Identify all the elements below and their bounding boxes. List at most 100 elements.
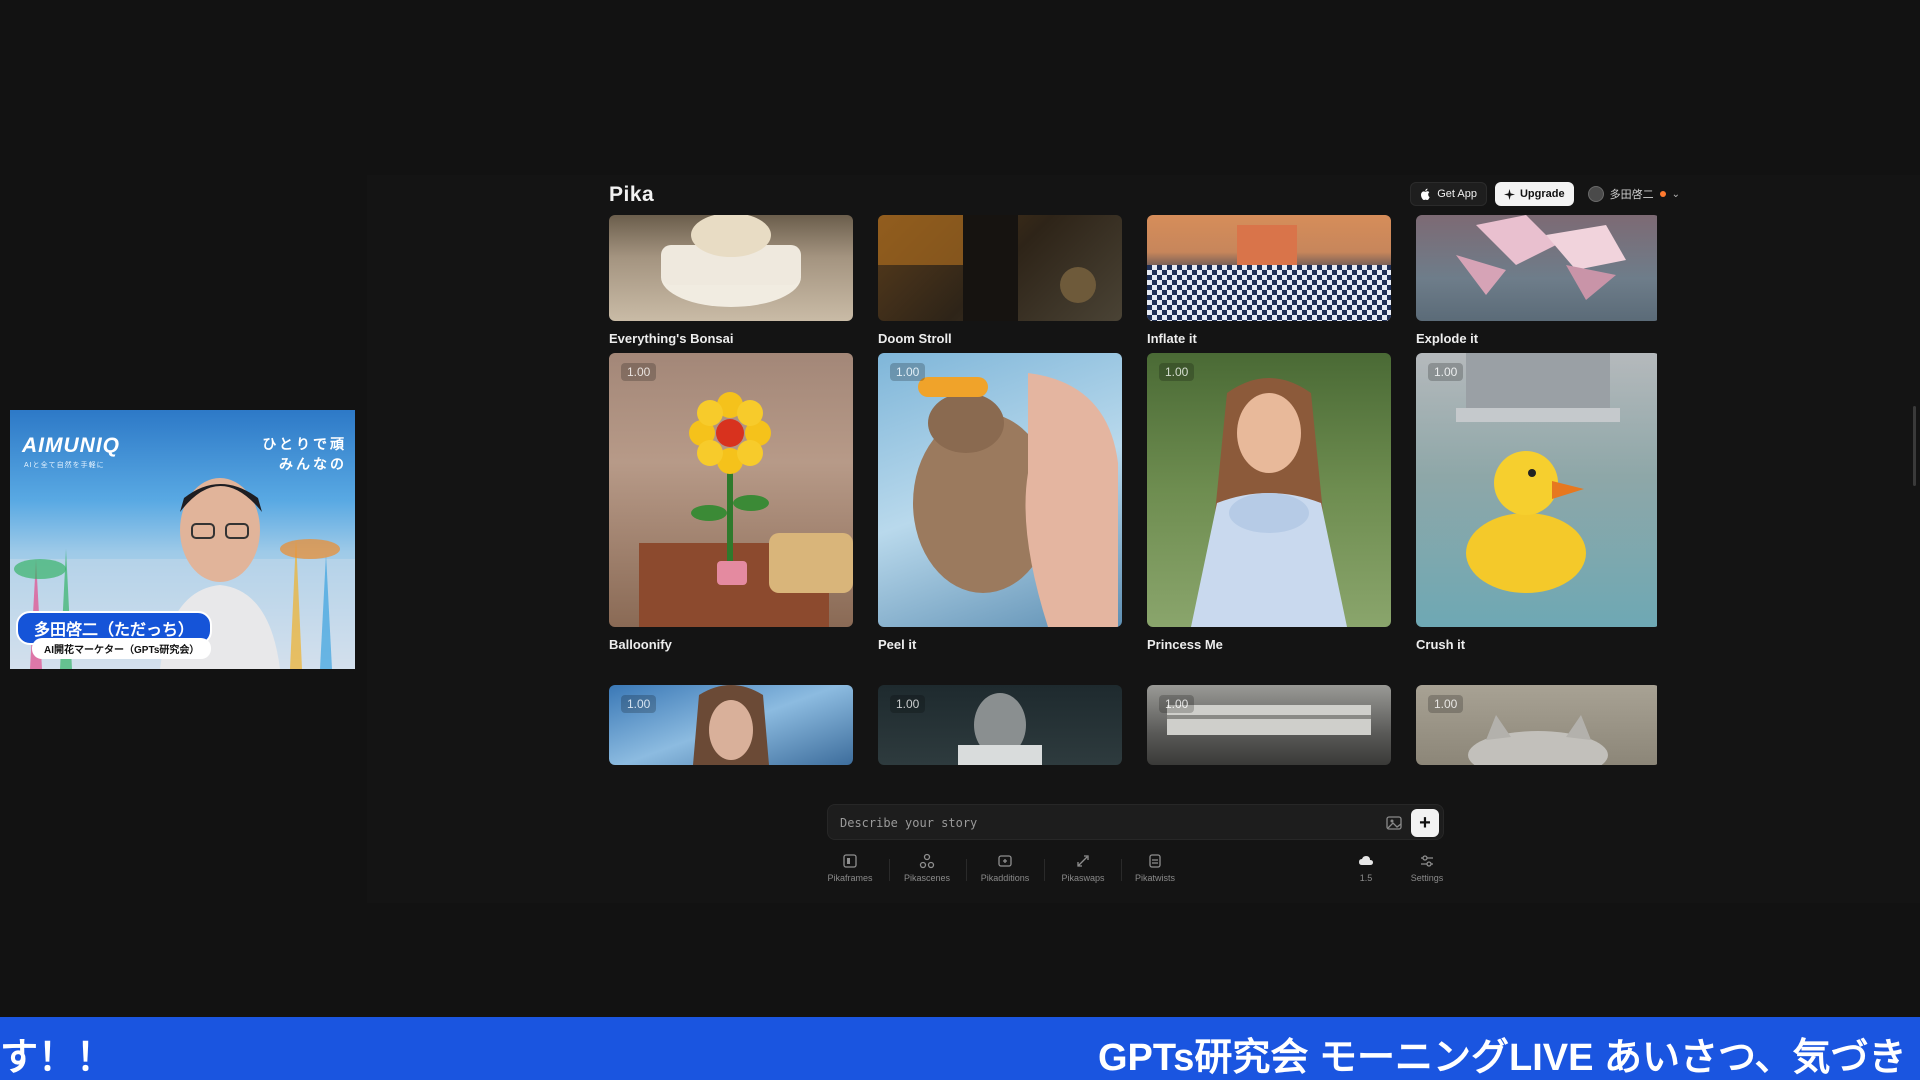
- effect-thumbnail: 1.00: [878, 353, 1122, 627]
- effect-card[interactable]: Everything's Bonsai: [609, 215, 853, 346]
- tool-label: Pikatwists: [1134, 873, 1175, 883]
- effect-title: Balloonify: [609, 637, 672, 652]
- inflate-image: [1147, 225, 1391, 321]
- effect-thumbnail: 1.00: [878, 685, 1122, 765]
- balloon-flower-image: [639, 392, 853, 627]
- princess-image: [1191, 378, 1347, 627]
- get-app-button[interactable]: Get App: [1410, 182, 1487, 206]
- app-header: Pika Get App Upgrade 多田啓二 ⌄: [367, 175, 1920, 215]
- effect-card[interactable]: 1.00: [1416, 685, 1657, 765]
- tool-label: Pikadditions: [980, 873, 1030, 883]
- banner-text: ひとりで頑 みんなの: [262, 434, 347, 474]
- story-prompt-bar: +: [827, 804, 1444, 840]
- effect-card[interactable]: Inflate it: [1147, 215, 1391, 346]
- effect-thumbnail: 1.00: [1416, 353, 1657, 627]
- effect-thumbnail: [1147, 215, 1391, 321]
- tool-label: Pikaframes: [827, 873, 873, 883]
- upgrade-button[interactable]: Upgrade: [1494, 182, 1574, 206]
- pika-app-window: Pika Get App Upgrade 多田啓二 ⌄ Everything's…: [367, 175, 1920, 903]
- divider: [1121, 859, 1122, 881]
- apple-icon: [1421, 188, 1430, 200]
- avatar: [1587, 186, 1604, 202]
- banner-line-1: ひとりで頑: [262, 436, 347, 452]
- effects-gallery: Everything's Bonsai Doom Stroll Inflate …: [609, 215, 1657, 790]
- model-version-selector[interactable]: 1.5: [1334, 853, 1398, 883]
- effect-card[interactable]: 1.00 Peel it: [878, 353, 1122, 652]
- effect-card[interactable]: 1.00: [1147, 685, 1391, 765]
- user-name: 多田啓二: [1609, 189, 1654, 201]
- effect-title: Peel it: [878, 637, 917, 652]
- tool-pikascenes[interactable]: Pikascenes: [895, 853, 959, 883]
- bonsai-pot-image: [661, 215, 801, 307]
- effect-title: Doom Stroll: [878, 331, 952, 346]
- effect-thumbnail: 1.00: [609, 353, 853, 627]
- cloud-icon: [1359, 856, 1373, 865]
- effect-card[interactable]: 1.00: [609, 685, 853, 765]
- effect-title: Princess Me: [1147, 637, 1223, 652]
- tool-label: Pikaswaps: [1061, 873, 1105, 883]
- effect-card[interactable]: 1.00 Princess Me: [1147, 353, 1391, 652]
- banner-line-2: みんなの: [279, 456, 347, 472]
- scrollbar-thumb[interactable]: [1913, 406, 1916, 486]
- image-upload-icon[interactable]: [1385, 814, 1403, 832]
- divider: [889, 859, 890, 881]
- pika-logo[interactable]: Pika: [609, 183, 654, 207]
- tool-label: Pikascenes: [903, 873, 951, 883]
- effect-thumbnail: [1416, 215, 1657, 321]
- get-app-label: Get App: [1437, 188, 1477, 200]
- effect-thumbnail: 1.00: [609, 685, 853, 765]
- scenes-icon: [919, 853, 935, 869]
- effect-thumbnail: [609, 215, 853, 321]
- effect-thumbnail: 1.00: [1147, 685, 1391, 765]
- swaps-icon: [1077, 855, 1089, 867]
- sparkle-icon: [1503, 188, 1515, 200]
- upgrade-label: Upgrade: [1519, 188, 1565, 200]
- duration-badge: 1.00: [1428, 363, 1464, 381]
- settings-label: Settings: [1410, 873, 1444, 883]
- chevron-down-icon: ⌄: [1671, 188, 1680, 200]
- tool-pikaswaps[interactable]: Pikaswaps: [1051, 853, 1115, 883]
- effect-card[interactable]: 1.00 Balloonify: [609, 353, 853, 652]
- settings-sliders-icon: [1421, 855, 1433, 867]
- doom-stroll-image: [878, 215, 1096, 321]
- additions-icon: [998, 855, 1012, 867]
- create-button[interactable]: +: [1411, 809, 1439, 837]
- bottom-toolbar: Pikaframes Pikascenes Pikadditions Pikas…: [367, 853, 1920, 893]
- model-version-label: 1.5: [1359, 873, 1373, 883]
- frames-icon: [843, 854, 857, 868]
- effect-title: Crush it: [1416, 637, 1466, 652]
- duration-badge: 1.00: [890, 363, 926, 381]
- tool-pikadditions[interactable]: Pikadditions: [973, 853, 1037, 883]
- effect-card[interactable]: 1.00 Crush it: [1416, 353, 1657, 652]
- settings-button[interactable]: Settings: [1395, 853, 1459, 883]
- presenter-title-tag: AI開花マーケター（GPTs研究会）: [32, 638, 212, 659]
- plus-icon: +: [1419, 811, 1431, 834]
- tool-pikatwists[interactable]: Pikatwists: [1123, 853, 1187, 883]
- user-menu[interactable]: 多田啓二 ⌄: [1587, 186, 1680, 202]
- news-ticker: す！！ GPTs研究会 モーニングLIVE あいさつ、気づき: [0, 1017, 1920, 1080]
- duration-badge: 1.00: [621, 363, 657, 381]
- effect-title: Inflate it: [1147, 331, 1197, 346]
- aimuniq-logo: AIMUNIQ: [22, 434, 120, 457]
- notification-dot: [1659, 191, 1666, 197]
- effect-thumbnail: 1.00: [1416, 685, 1657, 765]
- effect-title: Explode it: [1416, 331, 1479, 346]
- webcam-overlay: AIMUNIQ AIと全て自然を手軽に ひとりで頑 みんなの 多田啓二（ただっち…: [10, 410, 355, 669]
- effect-card[interactable]: Explode it: [1416, 215, 1657, 346]
- duration-badge: 1.00: [1159, 695, 1195, 713]
- effect-card[interactable]: 1.00: [878, 685, 1122, 765]
- duration-badge: 1.00: [890, 695, 926, 713]
- header-actions: Get App Upgrade 多田啓二 ⌄: [1410, 182, 1680, 206]
- duration-badge: 1.00: [621, 695, 657, 713]
- effect-card[interactable]: Doom Stroll: [878, 215, 1122, 346]
- effect-title: Everything's Bonsai: [609, 331, 734, 346]
- crush-duck-image: [1456, 353, 1620, 593]
- duration-badge: 1.00: [1159, 363, 1195, 381]
- explode-image: [1456, 215, 1626, 300]
- tool-pikaframes[interactable]: Pikaframes: [818, 853, 882, 883]
- twists-icon: [1149, 854, 1161, 868]
- ticker-text-right: GPTs研究会 モーニングLIVE あいさつ、気づき: [1098, 1037, 1907, 1079]
- story-prompt-input[interactable]: [840, 813, 1360, 833]
- ticker-text-left: す！！: [0, 1037, 115, 1079]
- effect-thumbnail: 1.00: [1147, 353, 1391, 627]
